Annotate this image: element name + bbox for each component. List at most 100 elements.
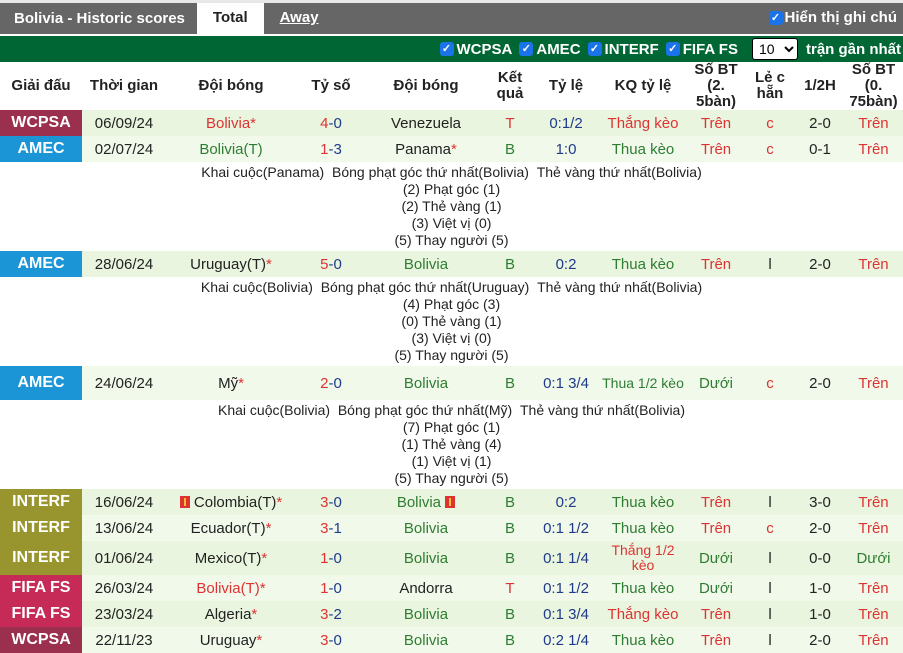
show-notes-toggle[interactable]: ✓ Hiển thị ghi chú bbox=[768, 9, 897, 26]
home-team-name[interactable]: Uruguay(T) bbox=[190, 256, 266, 273]
away-team[interactable]: Bolivia bbox=[366, 366, 486, 400]
away-team-name[interactable]: Andorra bbox=[399, 580, 452, 597]
goals-2-5: Trên bbox=[688, 627, 744, 653]
score[interactable]: 1-0 bbox=[296, 541, 366, 575]
half-time-score: 1-0 bbox=[796, 575, 844, 601]
handicap-result: Thua kèo bbox=[598, 251, 688, 277]
tab-total[interactable]: Total bbox=[196, 3, 264, 34]
home-team[interactable]: Uruguay* bbox=[166, 627, 296, 653]
score[interactable]: 3-2 bbox=[296, 601, 366, 627]
match-count-select[interactable]: 10 bbox=[751, 38, 798, 60]
home-team-name[interactable]: Uruguay bbox=[200, 632, 257, 649]
odd-even: c bbox=[744, 136, 796, 162]
goals-2-5: Trên bbox=[688, 515, 744, 541]
detail-stat: (1) Thẻ vàng (4) bbox=[401, 436, 502, 452]
away-team[interactable]: Panama* bbox=[366, 136, 486, 162]
handicap-result: Thắng kèo bbox=[598, 601, 688, 627]
away-team-name[interactable]: Bolivia bbox=[397, 494, 441, 511]
score[interactable]: 4-0 bbox=[296, 110, 366, 136]
home-team[interactable]: Ecuador(T)* bbox=[166, 515, 296, 541]
checkbox-checked-icon[interactable]: ✓ bbox=[587, 42, 602, 56]
filter-interf[interactable]: ✓ INTERF bbox=[587, 41, 659, 58]
score[interactable]: 5-0 bbox=[296, 251, 366, 277]
col-goals-0-75: Số BT (0. 75bàn) bbox=[849, 61, 898, 110]
league-badge[interactable]: WCPSA bbox=[0, 627, 82, 653]
home-team-name[interactable]: Algeria bbox=[205, 606, 252, 623]
away-team-name[interactable]: Panama bbox=[395, 141, 451, 158]
league-badge[interactable]: AMEC bbox=[0, 366, 82, 400]
checkbox-checked-icon[interactable]: ✓ bbox=[439, 42, 454, 56]
tab-away[interactable]: Away bbox=[264, 3, 335, 34]
away-team-name[interactable]: Bolivia bbox=[404, 256, 448, 273]
home-team[interactable]: Bolivia(T)* bbox=[166, 575, 296, 601]
away-team-name[interactable]: Bolivia bbox=[404, 550, 448, 567]
match-result: T bbox=[486, 110, 534, 136]
handicap: 0:1 3/4 bbox=[534, 601, 598, 627]
away-team[interactable]: Bolivia bbox=[366, 601, 486, 627]
home-score: 1 bbox=[320, 140, 329, 158]
home-team-name[interactable]: Bolivia(T) bbox=[196, 580, 259, 597]
filter-fifa-fs[interactable]: ✓ FIFA FS bbox=[665, 41, 738, 58]
goals-0-75: Trên bbox=[844, 136, 903, 162]
home-team[interactable]: Bolivia(T) bbox=[166, 136, 296, 162]
league-badge[interactable]: WCPSA bbox=[0, 110, 82, 136]
league-badge[interactable]: FIFA FS bbox=[0, 601, 82, 627]
filter-wcpsa[interactable]: ✓ WCPSA bbox=[439, 41, 512, 58]
away-team-name[interactable]: Venezuela bbox=[391, 115, 461, 132]
score[interactable]: 2-0 bbox=[296, 366, 366, 400]
league-badge[interactable]: INTERF bbox=[0, 541, 82, 575]
away-team-name[interactable]: Bolivia bbox=[404, 520, 448, 537]
goals-0-75: Trên bbox=[844, 627, 903, 653]
home-team-name[interactable]: Mexico(T) bbox=[195, 550, 262, 567]
score[interactable]: 3-0 bbox=[296, 627, 366, 653]
score[interactable]: 1-3 bbox=[296, 136, 366, 162]
detail-event: Bóng phạt góc thứ nhất(Bolivia) bbox=[332, 164, 529, 180]
league-badge[interactable]: AMEC bbox=[0, 251, 82, 277]
away-team[interactable]: Andorra bbox=[366, 575, 486, 601]
home-team-name[interactable]: Ecuador(T) bbox=[191, 520, 266, 537]
filter-amec[interactable]: ✓ AMEC bbox=[519, 41, 581, 58]
col-away-team: Đội bóng bbox=[393, 77, 459, 94]
score[interactable]: 3-1 bbox=[296, 515, 366, 541]
league-badge[interactable]: AMEC bbox=[0, 136, 82, 162]
home-marker: * bbox=[250, 114, 257, 132]
score[interactable]: 3-0 bbox=[296, 489, 366, 515]
league-badge[interactable]: INTERF bbox=[0, 489, 82, 515]
goals-0-75: Trên bbox=[844, 601, 903, 627]
away-team-name[interactable]: Bolivia bbox=[404, 606, 448, 623]
league-badge[interactable]: INTERF bbox=[0, 515, 82, 541]
match-date: 22/11/23 bbox=[82, 627, 166, 653]
handicap: 0:2 1/4 bbox=[534, 627, 598, 653]
away-team[interactable]: Bolivia bbox=[366, 627, 486, 653]
home-team[interactable]: Colombia(T)* bbox=[166, 489, 296, 515]
home-team[interactable]: Mexico(T)* bbox=[166, 541, 296, 575]
home-team[interactable]: Uruguay(T)* bbox=[166, 251, 296, 277]
league-badge[interactable]: FIFA FS bbox=[0, 575, 82, 601]
away-team[interactable]: Bolivia bbox=[366, 515, 486, 541]
checkbox-checked-icon[interactable]: ✓ bbox=[665, 42, 680, 56]
home-team[interactable]: Bolivia* bbox=[166, 110, 296, 136]
away-score: 0 bbox=[333, 374, 342, 392]
checkbox-checked-icon[interactable]: ✓ bbox=[519, 42, 534, 56]
away-team[interactable]: Bolivia bbox=[366, 541, 486, 575]
match-result: B bbox=[486, 136, 534, 162]
home-team-name[interactable]: Colombia(T) bbox=[194, 494, 277, 511]
away-team-name[interactable]: Bolivia bbox=[404, 632, 448, 649]
checkbox-checked-icon[interactable]: ✓ bbox=[768, 10, 783, 25]
table-row: WCPSA 06/09/24 Bolivia* 4-0 Venezuela T 0:1/2 T… bbox=[0, 110, 903, 136]
table-header: Giải đấu Thời gian Đội bóng Tỷ số Đội bó… bbox=[0, 62, 903, 110]
odd-even: l bbox=[744, 575, 796, 601]
handicap-result: Thua kèo bbox=[598, 489, 688, 515]
detail-stat: (5) Thay người (5) bbox=[394, 470, 509, 486]
red-card-icon bbox=[179, 495, 190, 508]
home-team[interactable]: Algeria* bbox=[166, 601, 296, 627]
home-team-name[interactable]: Mỹ bbox=[218, 375, 238, 392]
home-team[interactable]: Mỹ* bbox=[166, 366, 296, 400]
score[interactable]: 1-0 bbox=[296, 575, 366, 601]
home-team-name[interactable]: Bolivia(T) bbox=[199, 141, 262, 158]
away-team[interactable]: Bolivia bbox=[366, 251, 486, 277]
away-team-name[interactable]: Bolivia bbox=[404, 375, 448, 392]
away-team[interactable]: Bolivia bbox=[366, 489, 486, 515]
home-team-name[interactable]: Bolivia bbox=[206, 115, 250, 132]
away-team[interactable]: Venezuela bbox=[366, 110, 486, 136]
